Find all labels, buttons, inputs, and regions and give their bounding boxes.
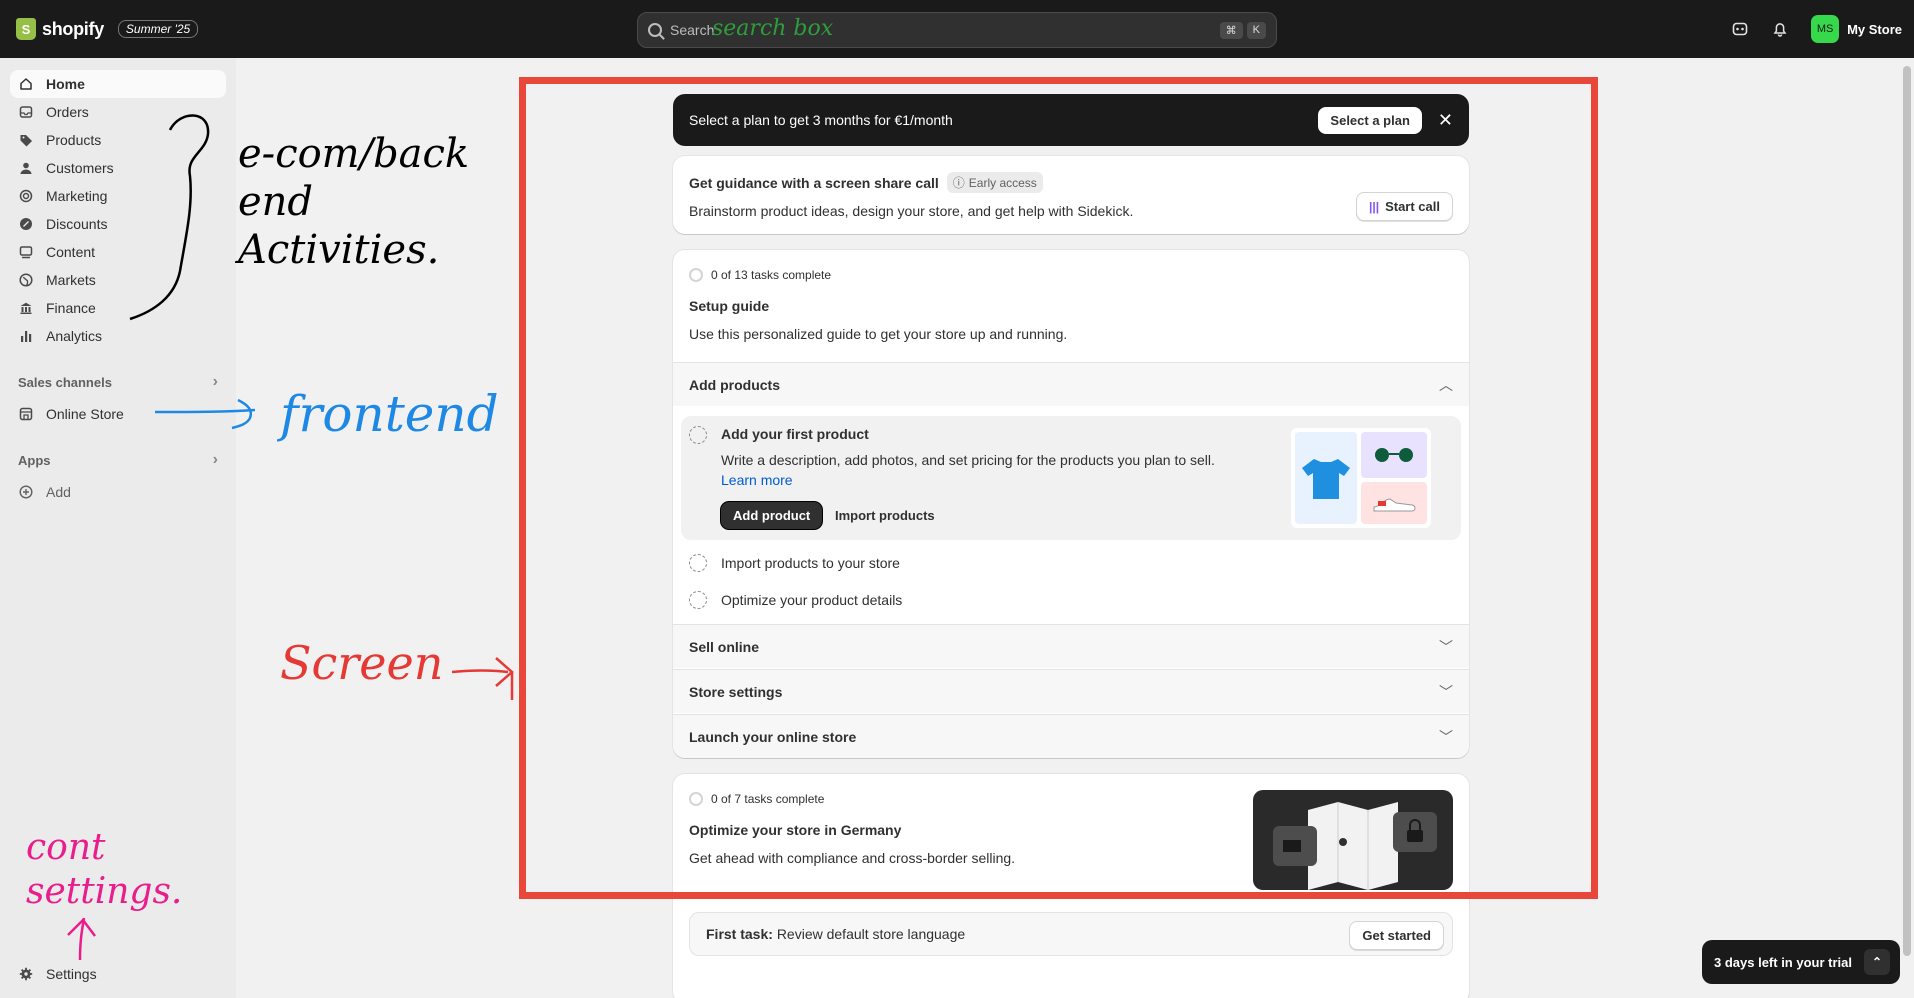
sidebar-item-marketing[interactable]: Marketing [10,182,226,210]
first-task-row: First task: Review default store languag… [689,912,1453,956]
first-task-label: First task: [706,926,773,942]
sales-channels-header[interactable]: Sales channels › [10,368,226,396]
scrollbar[interactable] [1900,58,1914,998]
sidebar-item-label: Marketing [46,188,108,204]
sidebar-item-customers[interactable]: Customers [10,154,226,182]
bank-icon [18,300,34,316]
sidebar-item-home[interactable]: Home [10,70,226,98]
home-icon [18,76,34,92]
sidebar-item-label: Add [46,484,71,500]
settings-area: Settings [0,960,236,988]
shopify-bag-icon: S [16,18,36,40]
sidebar-item-label: Analytics [46,328,103,344]
bell-icon[interactable] [1771,20,1789,38]
tag-icon [18,132,34,148]
plus-circle-icon [18,484,34,500]
frontend-annotation: frontend [280,385,499,443]
settings-annotation: cont settings. [26,827,183,912]
trial-text: 3 days left in your trial [1714,954,1852,970]
sidebar-item-label: Orders [46,104,89,120]
cmd-key: ⌘ [1219,21,1243,39]
sidebar-item-orders[interactable]: Orders [10,98,226,126]
scrollbar-thumb[interactable] [1903,66,1911,956]
edition-badge[interactable]: Summer '25 [117,20,199,38]
globe-icon [18,272,34,288]
gear-icon [18,966,34,982]
search-icon [648,23,662,37]
store-avatar: MS [1811,15,1840,43]
screen-annotation: Screen [280,636,444,690]
target-icon [18,188,34,204]
sidebar-item-label: Markets [46,272,96,288]
screen-highlight-frame [519,77,1598,899]
keyboard-shortcut: ⌘ K [1219,21,1266,39]
sidebar-item-content[interactable]: Content [10,238,226,266]
person-icon [18,160,34,176]
sidebar-item-label: Settings [46,966,97,982]
top-right-actions: MS My Store [1731,0,1902,58]
sidebar-item-settings[interactable]: Settings [10,960,226,988]
first-task-text: Review default store language [776,926,966,942]
search-box-annotation: search box [712,16,834,41]
get-started-button[interactable]: Get started [1349,921,1444,950]
sidebar-item-label: Discounts [46,216,108,232]
inbox-icon [18,104,34,120]
sidebar-item-online-store[interactable]: Online Store [10,400,226,428]
search-placeholder: Search [670,22,715,38]
ecom-backend-annotation: e-com/back end Activities. [238,131,470,273]
sales-channels-label: Sales channels [18,374,112,390]
sidebar-item-add-app[interactable]: Add [10,478,226,506]
shopify-logo[interactable]: S shopify Summer '25 [16,18,199,40]
apps-header[interactable]: Apps › [10,446,226,474]
trial-banner[interactable]: 3 days left in your trial ⌃ [1702,940,1900,984]
sidekick-icon[interactable] [1731,20,1749,38]
storefront-icon [18,406,34,422]
chevron-up-icon[interactable]: ⌃ [1864,949,1890,975]
sidebar-item-analytics[interactable]: Analytics [10,322,226,350]
sidebar-item-label: Finance [46,300,96,316]
chevron-right-icon: › [212,373,218,390]
sidebar-item-markets[interactable]: Markets [10,266,226,294]
sidebar-item-discounts[interactable]: Discounts [10,210,226,238]
sidebar-item-label: Home [46,76,85,92]
chevron-right-icon: › [212,451,218,468]
content-icon [18,244,34,260]
sidebar-item-label: Content [46,244,96,260]
sidebar-item-label: Products [46,132,102,148]
sidebar-item-finance[interactable]: Finance [10,294,226,322]
sidebar-item-label: Customers [46,160,114,176]
store-menu-button[interactable]: MS My Store [1811,15,1902,43]
discount-icon [18,216,34,232]
k-key: K [1246,21,1266,39]
bar-chart-icon [18,328,34,344]
top-bar: S shopify Summer '25 Search ⌘ K MS My St… [0,0,1914,58]
sidebar-item-label: Online Store [46,406,124,422]
store-name: My Store [1847,21,1902,37]
brand-name: shopify [42,18,104,39]
sidebar-item-products[interactable]: Products [10,126,226,154]
apps-label: Apps [18,452,51,468]
